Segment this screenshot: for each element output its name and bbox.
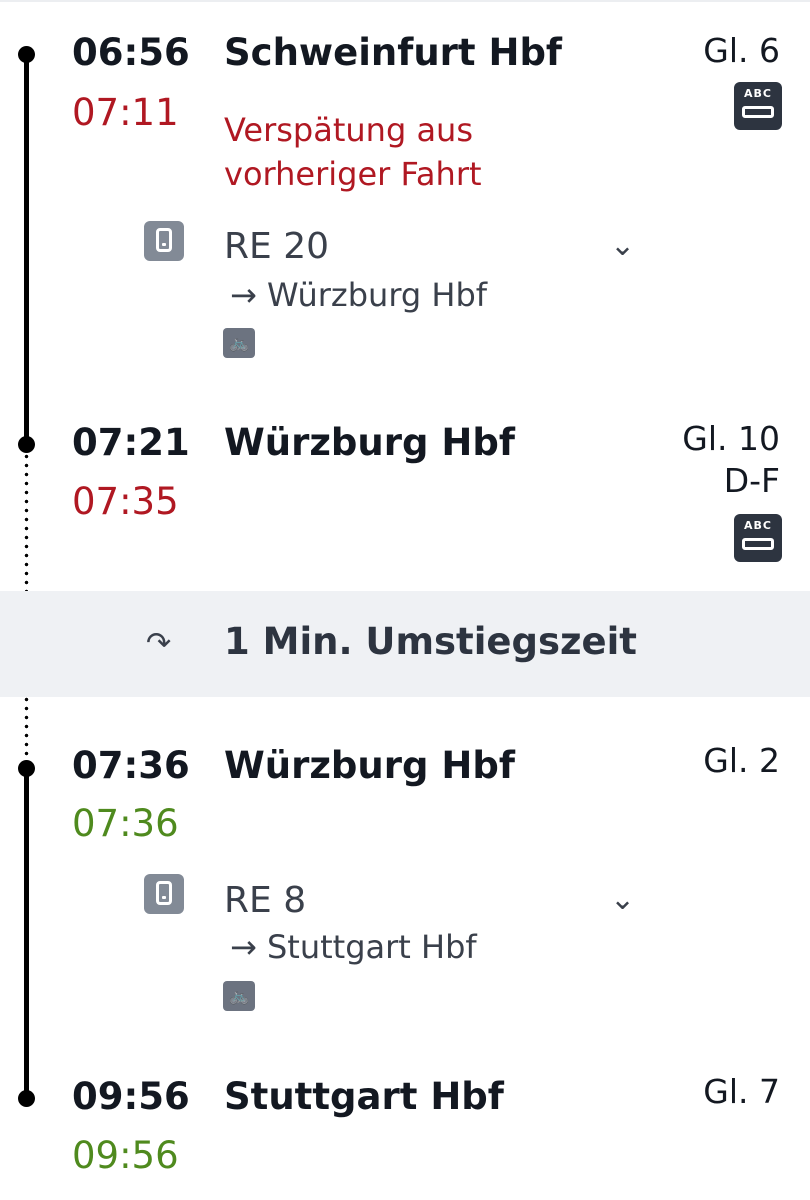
planned-time: 07:36 [72, 744, 190, 787]
planned-time: 07:21 [72, 421, 190, 464]
chevron-down-icon[interactable]: ⌄ [610, 228, 635, 263]
timeline-node [18, 760, 35, 777]
train-name: RE 20 [224, 226, 330, 267]
train-name: RE 8 [224, 880, 307, 921]
transfer-time: 1 Min. Umstiegszeit [224, 620, 637, 663]
delay-note: Verspätung aus vorheriger Fahrt [224, 111, 482, 193]
bicycle-icon: 🚲 [223, 981, 255, 1011]
timeline-line-leg-2 [24, 768, 29, 1100]
platform: Gl. 6 [703, 31, 780, 70]
timeline-node [18, 1090, 35, 1107]
actual-time: 07:11 [72, 91, 179, 134]
phone-ticket-icon [144, 874, 184, 914]
chevron-down-icon[interactable]: ⌄ [610, 882, 635, 917]
top-divider [0, 0, 810, 2]
bicycle-icon: 🚲 [223, 328, 255, 358]
station-name: Stuttgart Hbf [224, 1075, 504, 1118]
timeline-line-leg-1 [24, 52, 29, 444]
platform-sector: D-F [723, 461, 780, 500]
abc-bus-icon: ABC [734, 82, 782, 130]
actual-time: 07:36 [72, 802, 179, 845]
abc-bus-icon: ABC [734, 514, 782, 562]
timeline-node [18, 436, 35, 453]
transfer-arrow-icon: ↷ [146, 626, 172, 661]
platform: Gl. 7 [703, 1072, 780, 1111]
planned-time: 09:56 [72, 1075, 190, 1118]
phone-ticket-icon [144, 221, 184, 261]
platform-number: Gl. 10 [682, 419, 780, 458]
station-name: Würzburg Hbf [224, 421, 515, 464]
actual-time: 07:35 [72, 480, 179, 523]
timeline-node [18, 46, 35, 63]
actual-time: 09:56 [72, 1134, 179, 1177]
direction: → Stuttgart Hbf [230, 928, 477, 966]
platform: Gl. 2 [703, 741, 780, 780]
platform: Gl. 10 D-F [682, 418, 780, 502]
station-name: Schweinfurt Hbf [224, 31, 563, 74]
station-name: Würzburg Hbf [224, 744, 515, 787]
direction: → Würzburg Hbf [230, 276, 488, 314]
planned-time: 06:56 [72, 31, 190, 74]
